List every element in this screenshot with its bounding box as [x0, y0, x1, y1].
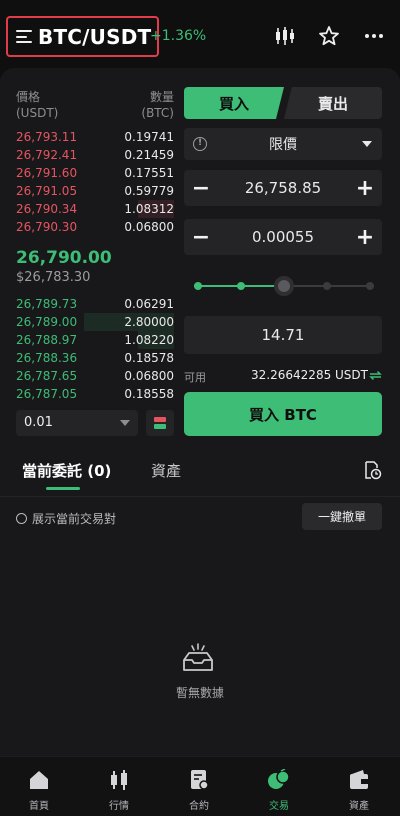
divider: [0, 496, 400, 497]
amount-slider[interactable]: [194, 276, 374, 296]
bottom-nav: 首頁 行情 合約 交易 資產: [0, 756, 400, 816]
chevron-down-icon: [120, 420, 130, 426]
ask-row[interactable]: 26,793.11 0.19741: [16, 128, 174, 146]
order-type-select[interactable]: ! 限價: [184, 128, 382, 160]
chevron-down-icon: [362, 141, 372, 147]
candlestick-icon[interactable]: [273, 24, 297, 48]
tab-sell[interactable]: 賣出: [284, 87, 382, 119]
ask-row[interactable]: 26,790.34 1.08312: [16, 200, 174, 218]
price-decrease-button[interactable]: −: [184, 170, 218, 206]
empty-state-text: 暫無數據: [175, 686, 224, 700]
star-icon[interactable]: [317, 24, 341, 48]
available-value: 32.26642285 USDT: [251, 368, 368, 382]
trade-icon: [268, 769, 290, 789]
nav-assets[interactable]: 資產: [329, 765, 389, 812]
amount-stepper[interactable]: − 0.00055 +: [184, 219, 382, 255]
ask-row[interactable]: 26,791.60 0.17551: [16, 164, 174, 182]
nav-market-label: 行情: [109, 801, 129, 812]
menu-icon: [16, 30, 32, 43]
buy-button[interactable]: 買入 BTC: [184, 392, 382, 436]
wallet-icon: [350, 770, 368, 789]
price-increase-button[interactable]: +: [348, 170, 382, 206]
orderbook-layout-toggle[interactable]: [146, 410, 174, 436]
available-label: 可用: [184, 371, 206, 384]
slider-step[interactable]: [366, 282, 374, 290]
ask-row[interactable]: 26,792.41 0.21459: [16, 146, 174, 164]
nav-market[interactable]: 行情: [89, 765, 149, 812]
amount-input[interactable]: 0.00055: [252, 228, 314, 246]
amount-decrease-button[interactable]: −: [184, 219, 218, 255]
bid-row[interactable]: 26,787.65 0.06800: [16, 367, 174, 385]
radio-icon[interactable]: [16, 513, 27, 524]
price-stepper[interactable]: − 26,758.85 +: [184, 170, 382, 206]
qty-column-header: 數量 (BTC): [141, 90, 174, 120]
tab-buy[interactable]: 買入: [184, 87, 284, 119]
nav-contract-label: 合約: [189, 801, 209, 812]
bid-row[interactable]: 26,788.97 1.08220: [16, 331, 174, 349]
price-column-header: 價格 (USDT): [16, 90, 59, 120]
tab-open-orders[interactable]: 當前委託 (0): [22, 460, 111, 481]
last-price-usd: $26,783.30: [16, 270, 91, 285]
bid-row[interactable]: 26,789.00 2.80000: [16, 313, 174, 331]
transfer-icon[interactable]: [369, 370, 382, 381]
more-icon[interactable]: [362, 24, 386, 48]
precision-value: 0.01: [24, 415, 53, 430]
nav-contract[interactable]: 合約: [169, 765, 229, 812]
last-price: 26,790.00: [16, 248, 112, 268]
show-current-pair-label: 展示當前交易對: [32, 512, 117, 526]
order-history-icon[interactable]: [362, 460, 382, 480]
bid-row[interactable]: 26,788.36 0.18578: [16, 349, 174, 367]
nav-home[interactable]: 首頁: [9, 765, 69, 812]
ask-row[interactable]: 26,790.30 0.06800: [16, 218, 174, 236]
slider-step[interactable]: [237, 282, 245, 290]
active-tab-indicator: [46, 487, 80, 490]
nav-assets-label: 資產: [349, 801, 369, 812]
info-icon[interactable]: !: [193, 137, 207, 151]
nav-trade[interactable]: 交易: [249, 765, 309, 812]
tab-assets[interactable]: 資產: [151, 460, 181, 481]
show-current-pair-toggle[interactable]: 展示當前交易對: [16, 510, 116, 527]
contract-icon: [191, 770, 209, 790]
total-field[interactable]: 14.71: [184, 316, 382, 354]
ask-row[interactable]: 26,791.05 0.59779: [16, 182, 174, 200]
precision-select[interactable]: 0.01: [16, 410, 138, 436]
total-value: 14.71: [261, 326, 305, 344]
slider-handle[interactable]: [274, 276, 294, 296]
slider-step[interactable]: [194, 282, 202, 290]
amount-increase-button[interactable]: +: [348, 219, 382, 255]
empty-inbox-icon: [183, 643, 213, 671]
home-icon: [30, 771, 48, 789]
pair-name: BTC/USDT: [38, 24, 152, 49]
bid-row[interactable]: 26,787.05 0.18558: [16, 385, 174, 403]
nav-trade-label: 交易: [269, 801, 289, 812]
price-change: +1.36%: [150, 28, 207, 44]
bid-row[interactable]: 26,789.73 0.06291: [16, 295, 174, 313]
nav-home-label: 首頁: [29, 801, 49, 812]
pair-selector[interactable]: BTC/USDT: [6, 16, 159, 57]
order-type-value: 限價: [269, 137, 297, 153]
price-input[interactable]: 26,758.85: [245, 179, 321, 197]
ask-layout-icon: [154, 417, 166, 422]
slider-step[interactable]: [323, 282, 331, 290]
market-icon: [111, 770, 127, 790]
cancel-all-button[interactable]: 一鍵撤單: [302, 503, 382, 530]
top-bar: BTC/USDT +1.36%: [0, 0, 400, 68]
bid-layout-icon: [154, 424, 166, 429]
